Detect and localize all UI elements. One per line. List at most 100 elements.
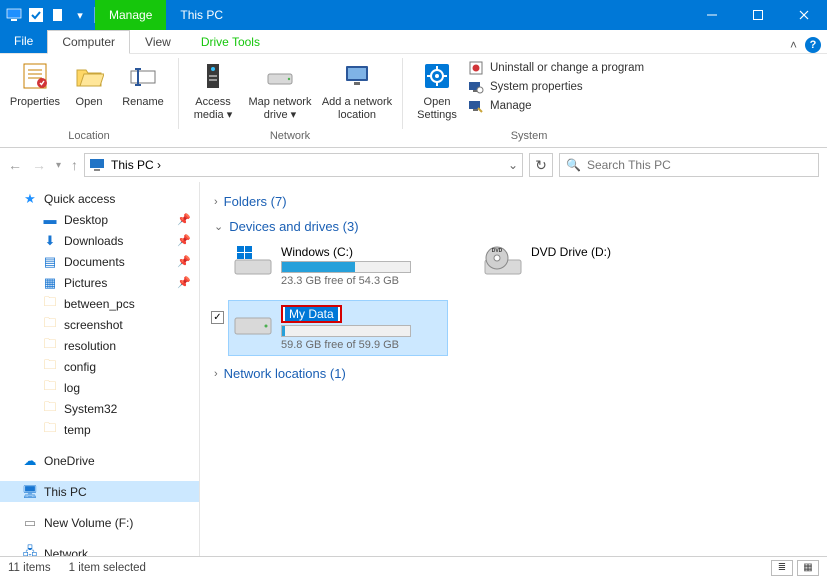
sidebar-new-volume[interactable]: ▭New Volume (F:) bbox=[0, 512, 199, 533]
collapse-ribbon-icon[interactable]: ˄ bbox=[790, 38, 797, 52]
details-view-button[interactable]: ≣ bbox=[771, 560, 793, 576]
sidebar-quick-access[interactable]: ★Quick access bbox=[0, 188, 199, 209]
content-pane: › Folders (7) ⌄ Devices and drives (3) W… bbox=[200, 182, 827, 556]
pc-icon: 🖥 bbox=[22, 484, 38, 500]
app-icon bbox=[6, 7, 22, 23]
titlebar: ▾ Manage This PC bbox=[0, 0, 827, 30]
system-properties-button[interactable]: System properties bbox=[468, 79, 644, 95]
properties-icon bbox=[19, 60, 51, 92]
pin-icon: 📌 bbox=[177, 276, 191, 289]
address-path: This PC › bbox=[111, 158, 161, 172]
pc-icon bbox=[89, 157, 105, 173]
open-folder-icon bbox=[73, 60, 105, 92]
search-input[interactable] bbox=[587, 158, 812, 172]
maximize-button[interactable] bbox=[735, 0, 781, 30]
uninstall-program-button[interactable]: Uninstall or change a program bbox=[468, 60, 644, 76]
folder-icon: 🗀 bbox=[42, 338, 58, 354]
qat-checkbox-icon[interactable] bbox=[28, 7, 44, 23]
quick-access-toolbar: ▾ bbox=[0, 7, 95, 23]
sidebar-temp[interactable]: 🗀temp bbox=[0, 419, 199, 440]
ribbon-group-network: Access media ▾ Map network drive ▾ Add a… bbox=[178, 54, 402, 147]
status-bar: 11 items 1 item selected ≣ ▦ bbox=[0, 556, 827, 578]
sidebar-desktop[interactable]: ▬Desktop📌 bbox=[0, 209, 199, 230]
view-tab[interactable]: View bbox=[130, 29, 186, 53]
qat-document-icon[interactable] bbox=[50, 7, 66, 23]
chevron-down-icon: ⌄ bbox=[214, 220, 223, 233]
svg-text:DVD: DVD bbox=[492, 248, 503, 254]
access-media-button[interactable]: Access media ▾ bbox=[184, 56, 242, 122]
contextual-tab-manage[interactable]: Manage bbox=[95, 0, 166, 30]
network-icon: 🖧 bbox=[22, 546, 38, 557]
forward-button[interactable]: → bbox=[32, 157, 46, 173]
folder-icon: 🗀 bbox=[42, 422, 58, 438]
drive-windows-c[interactable]: Windows (C:) 23.3 GB free of 54.3 GB bbox=[228, 240, 448, 292]
drive-e-free: 59.8 GB free of 59.9 GB bbox=[281, 339, 443, 351]
drive-c-usage-bar bbox=[281, 261, 411, 273]
drive-rename-field[interactable]: My Data bbox=[281, 305, 443, 323]
sidebar-between-pcs[interactable]: 🗀between_pcs bbox=[0, 293, 199, 314]
sidebar-documents[interactable]: ▤Documents📌 bbox=[0, 251, 199, 272]
drive-dvd-d[interactable]: DVD DVD Drive (D:) bbox=[478, 240, 698, 292]
sidebar-resolution[interactable]: 🗀resolution bbox=[0, 335, 199, 356]
icons-view-button[interactable]: ▦ bbox=[797, 560, 819, 576]
drive-d-name: DVD Drive (D:) bbox=[531, 245, 693, 259]
sidebar-network[interactable]: 🖧Network bbox=[0, 543, 199, 556]
address-dropdown-icon[interactable]: ⌄ bbox=[508, 158, 518, 172]
sidebar-downloads[interactable]: ⬇Downloads📌 bbox=[0, 230, 199, 251]
sidebar-system32[interactable]: 🗀System32 bbox=[0, 398, 199, 419]
documents-icon: ▤ bbox=[42, 254, 58, 270]
sidebar-config[interactable]: 🗀config bbox=[0, 356, 199, 377]
open-settings-button[interactable]: Open Settings bbox=[408, 56, 466, 122]
manage-button[interactable]: Manage bbox=[468, 98, 644, 114]
group-label-network: Network bbox=[270, 130, 310, 145]
sidebar-log[interactable]: 🗀log bbox=[0, 377, 199, 398]
window-title: This PC bbox=[166, 0, 237, 30]
sidebar-onedrive[interactable]: ☁OneDrive bbox=[0, 450, 199, 471]
map-network-drive-button[interactable]: Map network drive ▾ bbox=[244, 56, 316, 122]
status-item-count: 11 items bbox=[8, 562, 51, 574]
drive-checkbox[interactable]: ✓ bbox=[211, 311, 224, 324]
add-network-location-button[interactable]: Add a network location bbox=[318, 56, 396, 122]
back-button[interactable]: ← bbox=[8, 157, 22, 173]
close-button[interactable] bbox=[781, 0, 827, 30]
ribbon-tabstrip: File Computer View Drive Tools ˄ ? bbox=[0, 30, 827, 54]
refresh-button[interactable]: ↻ bbox=[529, 153, 553, 177]
folder-icon: 🗀 bbox=[42, 317, 58, 333]
search-box[interactable]: 🔍 bbox=[559, 153, 819, 177]
sidebar-screenshot[interactable]: 🗀screenshot bbox=[0, 314, 199, 335]
properties-button[interactable]: Properties bbox=[6, 56, 64, 122]
drive-c-free: 23.3 GB free of 54.3 GB bbox=[281, 275, 443, 287]
downloads-icon: ⬇ bbox=[42, 233, 58, 249]
star-icon: ★ bbox=[22, 191, 38, 207]
dvd-icon: DVD bbox=[483, 245, 523, 277]
help-icon[interactable]: ? bbox=[805, 37, 821, 53]
qat-dropdown-icon[interactable]: ▾ bbox=[72, 7, 88, 23]
address-bar[interactable]: This PC › ⌄ bbox=[84, 153, 523, 177]
sidebar-this-pc[interactable]: 🖥This PC bbox=[0, 481, 199, 502]
pictures-icon: ▦ bbox=[42, 275, 58, 291]
group-header-folders[interactable]: › Folders (7) bbox=[210, 190, 817, 215]
pin-icon: 📌 bbox=[177, 213, 191, 226]
rename-button[interactable]: Rename bbox=[114, 56, 172, 122]
up-button[interactable]: ↑ bbox=[71, 157, 78, 173]
group-header-network-locations[interactable]: › Network locations (1) bbox=[210, 362, 817, 387]
folder-icon: 🗀 bbox=[42, 401, 58, 417]
drive-tools-tab[interactable]: Drive Tools bbox=[186, 29, 275, 53]
drive-icon bbox=[264, 60, 296, 92]
computer-tab[interactable]: Computer bbox=[47, 30, 130, 54]
ribbon-group-system: Open Settings Uninstall or change a prog… bbox=[402, 54, 656, 147]
status-selected-count: 1 item selected bbox=[69, 562, 146, 574]
local-drive-icon bbox=[233, 305, 273, 337]
file-tab[interactable]: File bbox=[0, 29, 47, 53]
navigation-pane: ★Quick access ▬Desktop📌 ⬇Downloads📌 ▤Doc… bbox=[0, 182, 200, 556]
window-controls bbox=[689, 0, 827, 30]
drive-my-data[interactable]: ✓ My Data 59.8 GB free of 59.9 GB bbox=[228, 300, 448, 356]
drive-e-usage-bar bbox=[281, 325, 411, 337]
desktop-icon: ▬ bbox=[42, 212, 58, 228]
minimize-button[interactable] bbox=[689, 0, 735, 30]
recent-locations-button[interactable]: ▾ bbox=[56, 160, 61, 171]
open-button[interactable]: Open bbox=[66, 56, 112, 122]
group-header-devices[interactable]: ⌄ Devices and drives (3) bbox=[210, 215, 817, 240]
media-tower-icon bbox=[197, 60, 229, 92]
sidebar-pictures[interactable]: ▦Pictures📌 bbox=[0, 272, 199, 293]
